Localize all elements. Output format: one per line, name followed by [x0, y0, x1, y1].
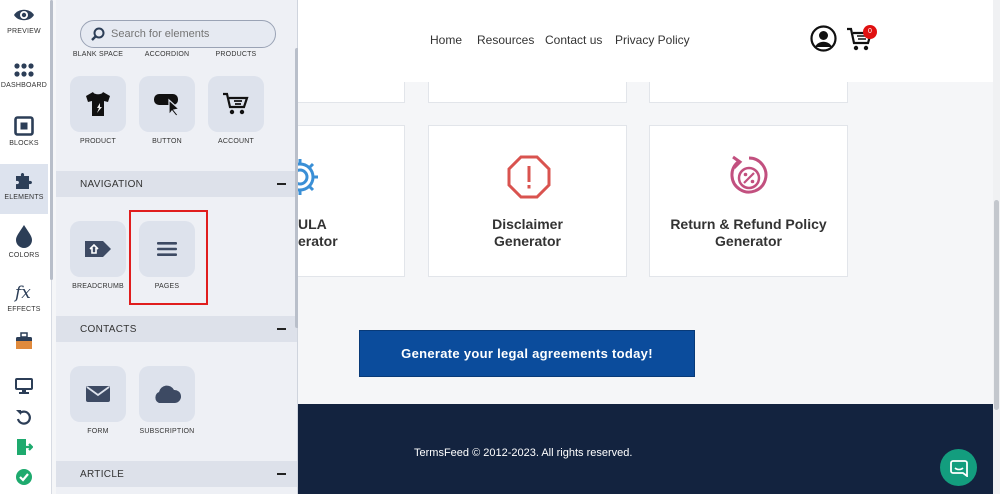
dots-grid-icon [14, 63, 34, 77]
rail-item-dashboard[interactable]: DASHBOARD [0, 62, 48, 89]
card-title-refund-policy: Return & Refund Policy Generator [670, 216, 827, 249]
card-eula[interactable]: ULA erator [298, 125, 405, 277]
card-refund-policy[interactable]: Return & Refund Policy Generator [649, 125, 848, 277]
button-click-icon [154, 94, 181, 117]
search-icon [91, 27, 105, 41]
rail-item-elements[interactable]: ELEMENTS [0, 164, 48, 214]
user-avatar-icon[interactable] [810, 25, 837, 52]
tshirt-icon [86, 92, 110, 116]
site-footer: TermsFeed © 2012-2023. All rights reserv… [298, 404, 993, 494]
nav-contact[interactable]: Contact us [545, 33, 602, 47]
element-tile-account[interactable] [208, 76, 264, 132]
rail-item-colors[interactable]: COLORS [0, 224, 48, 259]
caption-blank-space: BLANK SPACE [72, 51, 124, 58]
tile-label-account: ACCOUNT [217, 138, 254, 145]
breadcrumb-icon [85, 241, 111, 257]
rail-undo-button[interactable] [0, 408, 48, 426]
generate-agreements-button[interactable]: Generate your legal agreements today! [359, 330, 695, 377]
rail-desktop-button[interactable] [0, 378, 48, 394]
svg-text:fx: fx [13, 283, 31, 302]
exit-icon [17, 439, 33, 455]
rail-label-effects: EFFECTS [7, 306, 41, 313]
page-scrollbar-thumb[interactable] [994, 200, 999, 410]
element-tile-subscription[interactable] [139, 366, 195, 422]
card-title-disclaimer: Disclaimer Generator [492, 216, 563, 249]
search-input[interactable] [111, 25, 269, 43]
rail-label-colors: COLORS [8, 252, 40, 259]
section-article[interactable]: ARTICLE [56, 461, 297, 487]
nav-resources[interactable]: Resources [477, 33, 534, 47]
briefcase-icon [16, 332, 32, 349]
rail-label-dashboard: DASHBOARD [0, 82, 48, 89]
pages-highlight-box [129, 210, 208, 305]
rail-briefcase-button[interactable] [0, 332, 48, 350]
fx-icon: fx [13, 283, 31, 302]
chat-launcher-button[interactable] [940, 449, 977, 486]
tile-label-product: PRODUCT [79, 138, 116, 145]
rail-item-preview[interactable]: PREVIEW [0, 6, 48, 35]
undo-icon [16, 410, 31, 425]
left-rail: PREVIEW DASHBOARD BLOCKS ELEMENTS COLORS… [0, 0, 52, 494]
rail-label-blocks: BLOCKS [9, 140, 39, 147]
element-tile-breadcrumb[interactable] [70, 221, 126, 277]
tile-label-subscription: SUBSCRIPTION [139, 428, 195, 435]
puzzle-icon [16, 173, 32, 189]
card-disclaimer[interactable]: Disclaimer Generator [428, 125, 627, 277]
octagon-alert-icon [507, 155, 551, 199]
rail-save-button[interactable] [0, 468, 48, 486]
rail-item-effects[interactable]: fx EFFECTS [0, 282, 48, 313]
tile-label-button: BUTTON [152, 138, 182, 145]
tile-label-breadcrumb: BREADCRUMB [72, 283, 124, 290]
page-scrollbar[interactable] [993, 0, 1000, 494]
eye-icon [14, 9, 34, 21]
collapse-icon[interactable] [277, 473, 286, 475]
section-title-contacts: CONTACTS [80, 324, 137, 335]
gear-icon [298, 159, 318, 195]
section-navigation[interactable]: NAVIGATION [56, 171, 297, 197]
section-contacts[interactable]: CONTACTS [56, 316, 297, 342]
blocks-icon [14, 116, 34, 136]
rail-label-elements: ELEMENTS [4, 194, 44, 201]
section-title-article: ARTICLE [80, 469, 125, 480]
site-page: Home Resources Contact us Privacy Policy… [298, 0, 1000, 494]
envelope-icon [86, 386, 110, 402]
card-title-eula: ULA erator [298, 216, 338, 249]
rail-label-preview: PREVIEW [7, 28, 41, 35]
elements-panel: BLANK SPACE ACCORDION PRODUCTS PRODUCT B… [56, 0, 298, 494]
monitor-icon [15, 378, 33, 394]
rail-scrollbar[interactable] [50, 0, 53, 280]
search-box[interactable] [80, 20, 276, 48]
tile-label-form: FORM [87, 428, 109, 435]
collapse-icon[interactable] [277, 183, 286, 185]
caption-products: PRODUCTS [215, 51, 257, 58]
element-tile-button[interactable] [139, 76, 195, 132]
section-title-navigation: NAVIGATION [80, 179, 144, 190]
percent-refund-icon [730, 155, 768, 194]
cart-count-badge: 0 [863, 25, 877, 39]
collapse-icon[interactable] [277, 328, 286, 330]
nav-home[interactable]: Home [430, 33, 462, 47]
site-header: Home Resources Contact us Privacy Policy… [298, 0, 1000, 82]
droplet-icon [16, 225, 32, 248]
cart-user-icon [223, 92, 249, 115]
rail-exit-button[interactable] [0, 438, 48, 456]
footer-copyright: TermsFeed © 2012-2023. All rights reserv… [414, 447, 633, 459]
element-tile-form[interactable] [70, 366, 126, 422]
check-circle-icon [16, 469, 32, 485]
card-top-3[interactable] [649, 82, 848, 103]
caption-accordion: ACCORDION [144, 51, 190, 58]
nav-privacy-policy[interactable]: Privacy Policy [615, 33, 690, 47]
element-tile-product[interactable] [70, 76, 126, 132]
card-top-1[interactable] [298, 82, 405, 103]
chat-icon [949, 459, 968, 477]
card-top-2[interactable] [428, 82, 627, 103]
rail-item-blocks[interactable]: BLOCKS [0, 116, 48, 147]
cloud-icon [155, 385, 182, 403]
